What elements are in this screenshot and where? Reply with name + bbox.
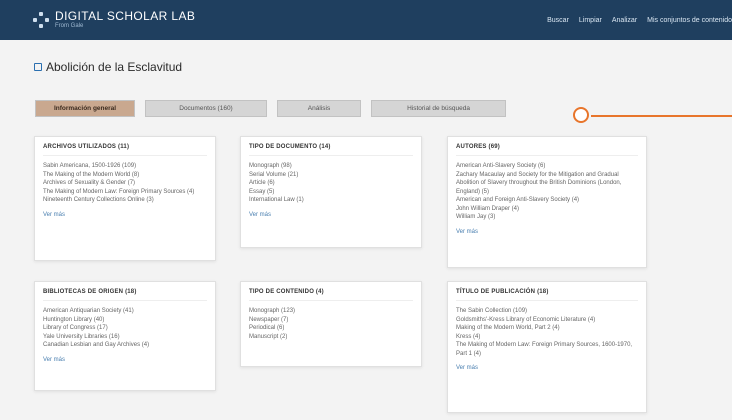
facet-item[interactable]: Article (6) <box>249 179 413 188</box>
tab-analysis[interactable]: Análisis <box>277 100 361 117</box>
facet-item[interactable]: The Sabin Collection (109) <box>456 307 638 316</box>
top-navigation-bar: DIGITAL SCHOLAR LAB From Gale Buscar Lim… <box>0 0 732 40</box>
facet-item[interactable]: The Making of Modern Law: Foreign Primar… <box>456 341 638 358</box>
facet-item[interactable]: William Jay (3) <box>456 213 638 222</box>
see-more-link[interactable]: Ver más <box>456 229 638 235</box>
facet-item[interactable]: Serial Volume (21) <box>249 171 413 180</box>
facet-list: Monograph (98) Serial Volume (21) Articl… <box>249 162 413 205</box>
facet-item[interactable]: Archives of Sexuality & Gender (7) <box>43 179 207 188</box>
tab-documents[interactable]: Documentos (160) <box>145 100 267 117</box>
facet-list: American Antiquarian Society (41) Huntin… <box>43 307 207 350</box>
top-nav-menu: Buscar Limpiar Analizar Mis conjuntos de… <box>547 17 732 24</box>
facet-list: The Sabin Collection (109) Goldsmiths'-K… <box>456 307 638 358</box>
card-document-type: TIPO DE DOCUMENTO (14) Monograph (98) Se… <box>240 136 422 248</box>
app-logo[interactable]: DIGITAL SCHOLAR LAB From Gale <box>33 10 195 30</box>
nav-analyze-link[interactable]: Analizar <box>612 17 637 24</box>
tab-search-history[interactable]: Historial de búsqueda <box>371 100 506 117</box>
card-authors: AUTORES (69) American Anti-Slavery Socie… <box>447 136 647 268</box>
tab-overview[interactable]: Información general <box>35 100 135 117</box>
facet-item[interactable]: The Making of the Modern World (8) <box>43 171 207 180</box>
facet-item[interactable]: American and Foreign Anti-Slavery Societ… <box>456 196 638 205</box>
see-more-link[interactable]: Ver más <box>249 212 413 218</box>
facet-list: Monograph (123) Newspaper (7) Periodical… <box>249 307 413 341</box>
card-title: AUTORES (69) <box>456 144 638 156</box>
facet-item[interactable]: The Making of Modern Law: Foreign Primar… <box>43 188 207 197</box>
facet-item[interactable]: American Antiquarian Society (41) <box>43 307 207 316</box>
page-title: Abolición de la Esclavitud <box>34 60 182 74</box>
facet-item[interactable]: Nineteenth Century Collections Online (3… <box>43 196 207 205</box>
facet-list: Sabin Americana, 1500-1926 (109) The Mak… <box>43 162 207 205</box>
facet-item[interactable]: Essay (5) <box>249 188 413 197</box>
facet-item[interactable]: Huntington Library (40) <box>43 316 207 325</box>
card-publication-title: TÍTULO DE PUBLICACIÓN (18) The Sabin Col… <box>447 281 647 413</box>
see-more-link[interactable]: Ver más <box>43 212 207 218</box>
annotation-circle-marker <box>573 107 589 123</box>
facet-item[interactable]: John William Draper (4) <box>456 205 638 214</box>
facet-list: American Anti-Slavery Society (6) Zachar… <box>456 162 638 222</box>
brand-name: DIGITAL SCHOLAR LAB <box>55 9 196 23</box>
facet-item[interactable]: Periodical (6) <box>249 324 413 333</box>
facet-item[interactable]: Making of the Modern World, Part 2 (4) <box>456 324 638 333</box>
facet-item[interactable]: Newspaper (7) <box>249 316 413 325</box>
card-title: ARCHIVOS UTILIZADOS (11) <box>43 144 207 156</box>
tab-bar: Información general Documentos (160) Aná… <box>35 100 506 117</box>
facet-item[interactable]: International Law (1) <box>249 196 413 205</box>
content-set-title: Abolición de la Esclavitud <box>46 60 183 74</box>
card-title: TIPO DE DOCUMENTO (14) <box>249 144 413 156</box>
see-more-link[interactable]: Ver más <box>43 357 207 363</box>
nav-content-sets-link[interactable]: Mis conjuntos de contenido <box>647 17 732 24</box>
facet-item[interactable]: Kress (4) <box>456 333 638 342</box>
card-title: BIBLIOTECAS DE ORIGEN (18) <box>43 289 207 301</box>
facet-item[interactable]: Canadian Lesbian and Gay Archives (4) <box>43 341 207 350</box>
facet-item[interactable]: Library of Congress (17) <box>43 324 207 333</box>
card-source-libraries: BIBLIOTECAS DE ORIGEN (18) American Anti… <box>34 281 216 391</box>
facet-item[interactable]: Sabin Americana, 1500-1926 (109) <box>43 162 207 171</box>
facet-item[interactable]: Manuscript (2) <box>249 333 413 342</box>
edit-icon[interactable] <box>34 63 42 71</box>
card-title: TIPO DE CONTENIDO (4) <box>249 289 413 301</box>
facet-item[interactable]: Monograph (123) <box>249 307 413 316</box>
card-title: TÍTULO DE PUBLICACIÓN (18) <box>456 289 638 301</box>
card-content-type: TIPO DE CONTENIDO (4) Monograph (123) Ne… <box>240 281 422 367</box>
facet-item[interactable]: Zachary Macaulay and Society for the Mit… <box>456 171 638 197</box>
facet-item[interactable]: Monograph (98) <box>249 162 413 171</box>
logo-icon <box>33 12 49 28</box>
brand-subtitle: From Gale <box>55 23 84 29</box>
nav-search-link[interactable]: Buscar <box>547 17 569 24</box>
facet-item[interactable]: Goldsmiths'-Kress Library of Economic Li… <box>456 316 638 325</box>
see-more-link[interactable]: Ver más <box>456 365 638 371</box>
annotation-line <box>591 115 732 117</box>
facet-item[interactable]: Yale University Libraries (16) <box>43 333 207 342</box>
nav-clean-link[interactable]: Limpiar <box>579 17 602 24</box>
facet-item[interactable]: American Anti-Slavery Society (6) <box>456 162 638 171</box>
card-archives-used: ARCHIVOS UTILIZADOS (11) Sabin Americana… <box>34 136 216 261</box>
